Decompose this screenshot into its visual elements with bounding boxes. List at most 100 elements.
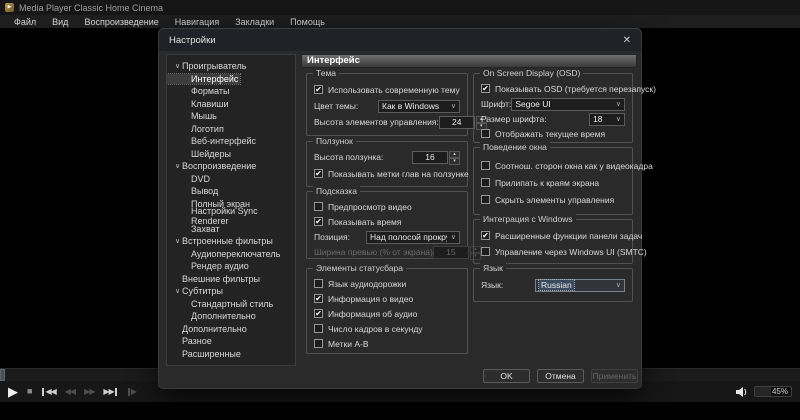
chevron-down-icon[interactable]: ∨	[173, 237, 182, 245]
tree-item-advanced[interactable]: Расширенные	[167, 348, 295, 361]
dialog-buttons: OK Отмена Применить	[483, 369, 638, 383]
checkbox-ab-marks[interactable]: Метки A-B	[314, 337, 460, 350]
checkbox-taskbar-features[interactable]: Расширенные функции панели задач	[481, 229, 642, 242]
tree-item-label: Веб-интерфейс	[191, 136, 257, 147]
stop-icon: ■	[27, 386, 33, 396]
tree-item-playback[interactable]: ∨ Воспроизведение	[167, 160, 295, 173]
checkbox-video-preview[interactable]: Предпросмотр видео	[314, 200, 460, 213]
checkbox-audio-info[interactable]: Информация об аудио	[314, 307, 460, 320]
speaker-icon[interactable]	[736, 386, 749, 397]
tree-item-output[interactable]: Вывод	[167, 185, 295, 198]
skip-back-button[interactable]: ◀◀	[41, 387, 57, 396]
menu-file[interactable]: Файл	[6, 17, 44, 27]
theme-color-select[interactable]: Как в Windows ∨	[378, 99, 460, 113]
checkbox-label: Информация об аудио	[328, 308, 418, 319]
volume-slider[interactable]: 45%	[754, 386, 792, 397]
menu-view[interactable]: Вид	[44, 17, 76, 27]
field-label: Цвет темы:	[314, 101, 359, 111]
tree-item-sync-renderer[interactable]: Настройки Sync Renderer	[167, 206, 295, 226]
tree-item-shaders[interactable]: Шейдеры	[167, 148, 295, 161]
play-button[interactable]: ▶	[8, 385, 18, 398]
tree-item-mouse[interactable]: Мышь	[167, 110, 295, 123]
frame-step-button[interactable]: ▶	[127, 387, 137, 396]
field-label: Язык:	[481, 280, 504, 290]
volume-controls: 45%	[736, 386, 792, 397]
tree-item-logo[interactable]: Логотип	[167, 123, 295, 136]
checkbox-label: Управление через Windows UI (SMTC)	[495, 246, 647, 257]
tree-item-audio-renderer[interactable]: Рендер аудио	[167, 260, 295, 273]
group-label: Интеграция с Windows	[480, 214, 576, 225]
seek-thumb[interactable]	[0, 369, 5, 381]
tree-item-label: Интерфейс	[167, 72, 242, 85]
tree-item-interface[interactable]: Интерфейс	[167, 72, 295, 86]
field-label: Ширина превью (% от экрана)	[314, 247, 433, 257]
tree-item-external-filters[interactable]: Внешние фильтры	[167, 273, 295, 286]
checkbox-window-aspect[interactable]: Соотнош. сторон окна как у видеокадра	[481, 159, 653, 172]
tree-item-default-style[interactable]: Стандартный стиль	[167, 298, 295, 311]
tree-item-misc[interactable]: Разное	[167, 335, 295, 348]
checkbox-video-info[interactable]: Информация о видео	[314, 292, 460, 305]
tree-item-keys[interactable]: Клавиши	[167, 98, 295, 111]
tooltip-position-select[interactable]: Над полосой прокрутки ∨	[366, 230, 460, 244]
checkbox-use-modern-theme[interactable]: Использовать современную тему	[314, 83, 460, 96]
checkbox-show-time[interactable]: Показывать время	[314, 215, 460, 228]
checkbox-hide-controls[interactable]: Скрыть элементы управления	[481, 193, 625, 206]
menu-favorites[interactable]: Закладки	[227, 17, 282, 27]
close-icon[interactable]: ✕	[623, 35, 631, 46]
checkbox-label: Информация о видео	[328, 293, 414, 304]
group-tooltip: Подсказка Предпросмотр видео Показывать …	[306, 186, 481, 260]
dialog-titlebar[interactable]: Настройки ✕	[159, 29, 641, 51]
chevron-down-icon[interactable]: ∨	[173, 287, 182, 295]
group-seekbar: Ползунок Высота ползунка: 16 ▴▾ Показыва…	[306, 136, 469, 187]
tree-item-web-interface[interactable]: Веб-интерфейс	[167, 135, 295, 148]
tree-item-subtitles-misc[interactable]: Дополнительно	[167, 310, 295, 323]
seekbar-height-spinner[interactable]: 16 ▴ ▾	[412, 150, 460, 165]
checkbox-fps[interactable]: Число кадров в секунду	[314, 322, 460, 335]
fast-forward-button[interactable]: ▶▶	[84, 387, 95, 396]
field-label: Шрифт:	[481, 99, 512, 109]
checkbox-audio-language[interactable]: Язык аудиодорожки	[314, 277, 460, 290]
tree-item-internal-filters[interactable]: ∨ Встроенные фильтры	[167, 235, 295, 248]
checkbox-label: Метки A-B	[328, 338, 369, 349]
menu-navigate[interactable]: Навигация	[167, 17, 227, 27]
tree-item-label: Разное	[182, 336, 212, 347]
skip-forward-button[interactable]: ▶▶	[103, 387, 117, 396]
checkbox-show-osd[interactable]: Показывать OSD (требуется перезапуск)	[481, 82, 656, 95]
chevron-down-icon[interactable]: ∨	[173, 162, 182, 170]
checkbox-snap-edges[interactable]: Прилипать к краям экрана	[481, 176, 625, 189]
menu-play[interactable]: Воспроизведение	[76, 17, 166, 27]
tree-item-player[interactable]: ∨ Проигрыватель	[167, 60, 295, 73]
checkbox-icon	[314, 309, 323, 318]
tree-item-dvd[interactable]: DVD	[167, 173, 295, 186]
checkbox-show-current-time[interactable]: Отображать текущее время	[481, 127, 625, 140]
spin-down-button[interactable]: ▾	[449, 157, 460, 165]
checkbox-label: Расширенные функции панели задач	[495, 230, 643, 241]
rewind-button[interactable]: ◀◀	[65, 387, 76, 396]
group-label: Ползунок	[313, 136, 356, 147]
spin-up-button[interactable]: ▴	[449, 150, 460, 158]
tree-item-label: Воспроизведение	[182, 161, 257, 172]
chevron-down-icon[interactable]: ∨	[173, 62, 182, 70]
checkbox-icon	[481, 161, 490, 170]
checkbox-smtc[interactable]: Управление через Windows UI (SMTC)	[481, 245, 647, 258]
ok-button[interactable]: OK	[483, 369, 530, 383]
osd-font-size-select[interactable]: 18 ∨	[589, 112, 625, 126]
language-select[interactable]: Russian ∨	[535, 278, 625, 292]
tree-item-advanced-misc[interactable]: Дополнительно	[167, 323, 295, 336]
preview-width-row: Ширина превью (% от экрана) 15 ▴ ▾	[314, 245, 481, 260]
checkbox-chapter-marks[interactable]: Показывать метки глав на ползунке	[314, 167, 469, 180]
tree-item-subtitles[interactable]: ∨ Субтитры	[167, 285, 295, 298]
checkbox-icon	[481, 178, 490, 187]
group-label: On Screen Display (OSD)	[480, 68, 584, 79]
checkbox-label: Предпросмотр видео	[328, 201, 412, 212]
tree-item-audio-switcher[interactable]: Аудиопереключатель	[167, 248, 295, 261]
tree-item-label: Вывод	[191, 186, 219, 197]
mpc-hc-window: ▶ Media Player Classic Home Cinema Файл …	[0, 0, 800, 420]
cancel-button[interactable]: Отмена	[537, 369, 584, 383]
menu-help[interactable]: Помощь	[282, 17, 333, 27]
checkbox-icon	[481, 129, 490, 138]
tree-item-formats[interactable]: Форматы	[167, 85, 295, 98]
osd-font-select[interactable]: Segoe UI ∨	[511, 97, 625, 111]
stop-button[interactable]: ■	[27, 387, 32, 396]
menu-bar: Файл Вид Воспроизведение Навигация Закла…	[0, 15, 800, 28]
